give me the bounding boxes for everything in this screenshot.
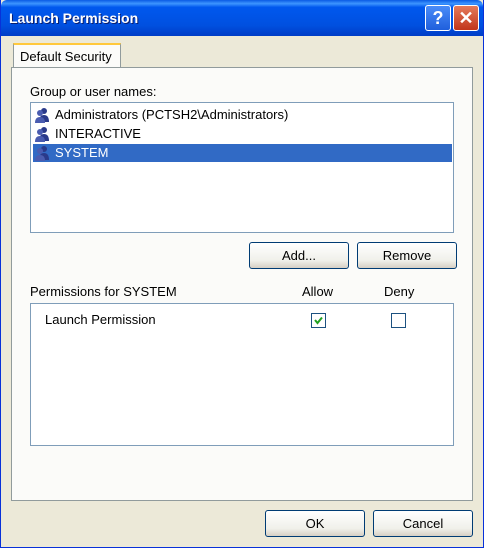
add-button[interactable]: Add... (249, 242, 349, 269)
list-item-interactive[interactable]: INTERACTIVE (33, 125, 452, 143)
title-bar[interactable]: Launch Permission ? ✕ (1, 0, 483, 36)
window-title: Launch Permission (9, 10, 139, 26)
tab-default-security[interactable]: Default Security (13, 43, 121, 69)
permissions-list: Launch Permission (30, 303, 454, 446)
group-names-label: Group or user names: (30, 84, 157, 99)
cancel-button[interactable]: Cancel (373, 510, 473, 537)
permission-row-label: Launch Permission (45, 312, 156, 327)
allow-checkbox[interactable] (311, 313, 326, 328)
user-group-icon (35, 146, 49, 161)
help-button[interactable]: ? (425, 5, 451, 31)
checkmark-icon (314, 316, 323, 325)
deny-header: Deny (384, 284, 415, 299)
list-item-label: INTERACTIVE (55, 126, 141, 141)
deny-checkbox[interactable] (391, 313, 406, 328)
user-group-icon (35, 127, 49, 142)
close-icon: ✕ (458, 8, 474, 28)
remove-button[interactable]: Remove (357, 242, 457, 269)
question-icon: ? (432, 8, 444, 28)
list-item-system[interactable]: SYSTEM (33, 144, 452, 162)
group-list[interactable]: Administrators (PCTSH2\Administrators) I… (30, 102, 454, 233)
list-item-label: SYSTEM (55, 145, 109, 160)
user-group-icon (35, 108, 49, 123)
tab-panel: Group or user names: Administrators (PCT… (11, 67, 473, 501)
ok-button[interactable]: OK (265, 510, 365, 537)
permissions-label: Permissions for SYSTEM (30, 284, 177, 299)
dialog-window: Launch Permission ? ✕ Default Security G… (0, 0, 484, 548)
tab-label: Default Security (20, 49, 112, 64)
allow-header: Allow (302, 284, 334, 299)
list-item-label: Administrators (PCTSH2\Administrators) (55, 107, 289, 122)
close-button[interactable]: ✕ (453, 5, 479, 31)
list-item-administrators[interactable]: Administrators (PCTSH2\Administrators) (33, 106, 452, 124)
